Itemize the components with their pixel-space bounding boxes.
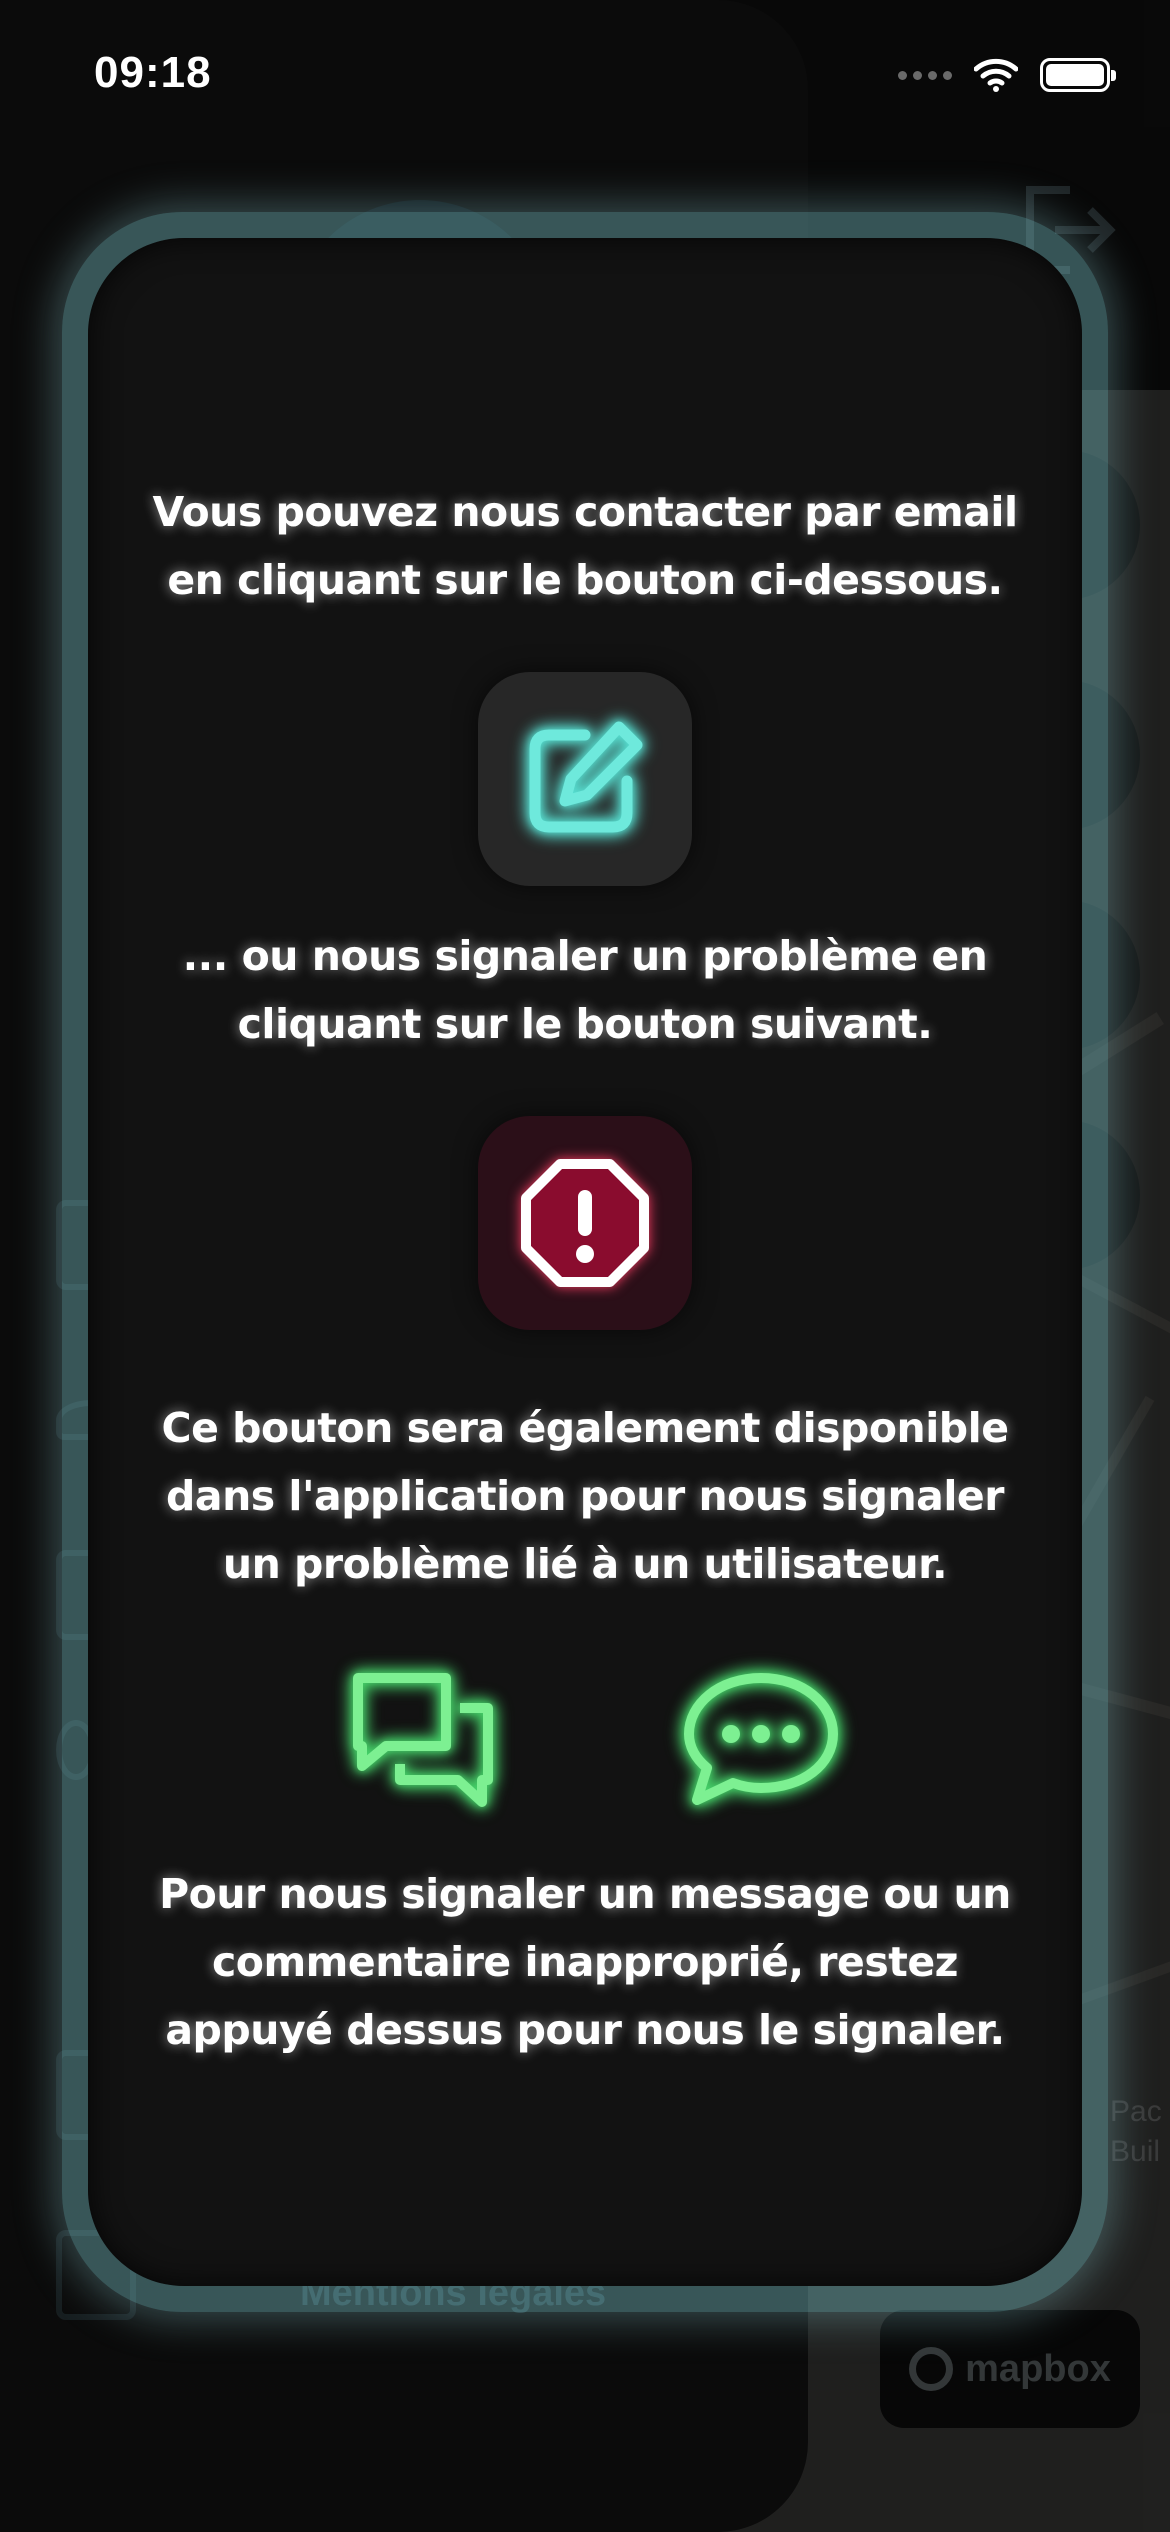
email-instructions: Vous pouvez nous contacter par email en … <box>152 488 1018 604</box>
edit-icon <box>529 721 643 833</box>
chat-dots-icon <box>684 1673 838 1805</box>
availability-info: Ce bouton sera également disponible dans… <box>161 1404 1009 1588</box>
status-indicators <box>898 52 1116 98</box>
battery-icon <box>1040 58 1116 92</box>
report-problem-button[interactable] <box>478 1116 692 1330</box>
flag-message-info: Pour nous signaler un message ou un comm… <box>159 1870 1011 2054</box>
contact-modal: Vous pouvez nous contacter par email en … <box>62 212 1108 2312</box>
wifi-icon <box>974 58 1018 92</box>
status-time: 09:18 <box>94 48 212 97</box>
report-instructions: ... ou nous signaler un problème en cliq… <box>182 932 988 1048</box>
contact-modal-body: Vous pouvez nous contacter par email en … <box>88 238 1082 2286</box>
email-contact-button[interactable] <box>478 672 692 886</box>
chat-bubbles-icon <box>353 1673 493 1807</box>
status-bar: 09:18 <box>0 0 1170 150</box>
cellular-signal-icon <box>898 70 952 80</box>
alert-octagon-icon <box>521 1159 649 1287</box>
